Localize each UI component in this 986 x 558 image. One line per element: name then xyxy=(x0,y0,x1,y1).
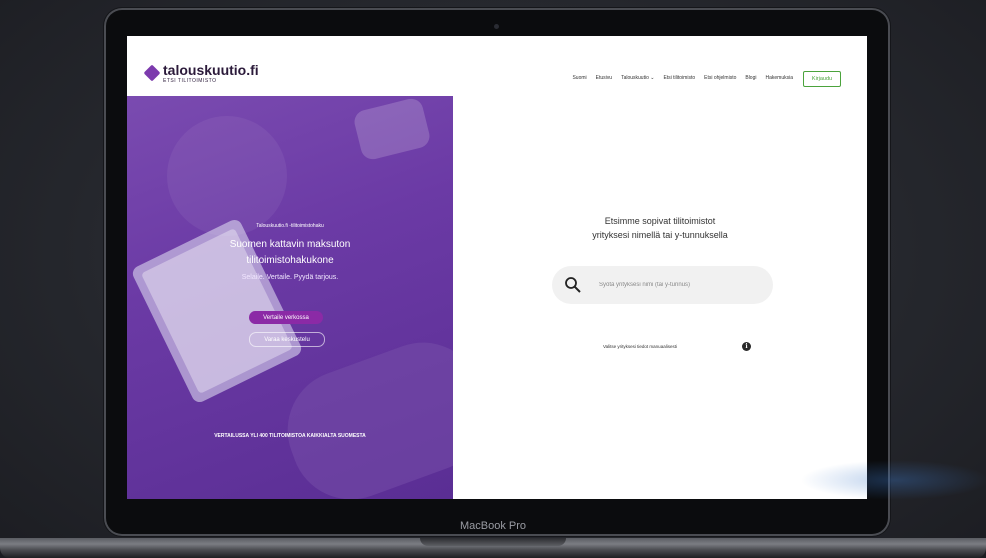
nav-item-language[interactable]: Suomi xyxy=(572,75,586,81)
company-search-box[interactable] xyxy=(552,266,773,304)
hero-footer-text: VERTAILUSSA YLI 400 TILITOIMISTOA KAIKKI… xyxy=(214,433,366,439)
info-icon[interactable]: i xyxy=(742,342,751,351)
hero-title-line1: Suomen kattavin maksuton xyxy=(229,239,351,250)
cube-logo-icon xyxy=(143,64,161,82)
book-meeting-button[interactable]: Varaa keskustelu xyxy=(249,332,325,347)
browser-screen: talouskuutio.fi ETSI TILITOIMISTO Suomi … xyxy=(127,36,867,499)
hero-section: Talouskuutio.fi -tilitoimistohaku Suomen… xyxy=(127,96,453,499)
nav-item-talouskuutio[interactable]: Talouskuutio ⌄ xyxy=(621,75,654,81)
search-icon[interactable] xyxy=(564,276,582,294)
search-heading-line1: Etsimme sopivat tilitoimistot xyxy=(604,216,716,226)
nav-item-find-software[interactable]: Etsi ohjelmisto xyxy=(704,75,736,81)
background-glow xyxy=(800,460,986,500)
site-header: talouskuutio.fi ETSI TILITOIMISTO Suomi … xyxy=(127,36,867,96)
hero-title-line2: tilitoimistohakukone xyxy=(246,255,334,266)
search-heading-line2: yrityksesi nimellä tai y-tunnuksella xyxy=(592,230,728,240)
search-heading: Etsimme sopivat tilitoimistot yrityksesi… xyxy=(453,214,867,242)
nav-item-applications[interactable]: Hakemuksia xyxy=(765,75,793,81)
logo-text: talouskuutio.fi xyxy=(163,62,259,78)
nav-item-blog[interactable]: Blogi xyxy=(745,75,756,81)
hero-eyebrow: Talouskuutio.fi -tilitoimistohaku xyxy=(256,223,324,229)
login-button[interactable]: Kirjaudu xyxy=(803,71,841,87)
compare-online-button[interactable]: Vertaile verkossa xyxy=(249,311,323,324)
logo-subtitle: ETSI TILITOIMISTO xyxy=(163,78,217,84)
hero-title: Suomen kattavin maksuton tilitoimistohak… xyxy=(127,237,453,269)
laptop-base xyxy=(0,538,986,558)
company-search-input[interactable] xyxy=(599,277,759,293)
device-label: MacBook Pro xyxy=(459,520,527,532)
nav-item-find-accountant[interactable]: Etsi tilitoimisto xyxy=(663,75,695,81)
hero-background-decor xyxy=(167,116,287,236)
nav-item-home[interactable]: Etusivu xyxy=(596,75,612,81)
hero-tagline: Selaile. Vertaile. Pyydä tarjous. xyxy=(241,274,339,281)
manual-entry-link[interactable]: Valitse yrityksesi tiedot manuaalisesti xyxy=(603,344,677,349)
main-nav: Suomi Etusivu Talouskuutio ⌄ Etsi tilito… xyxy=(572,75,793,81)
laptop-base-notch xyxy=(420,538,566,546)
camera-dot xyxy=(494,24,499,29)
hero-background-cup xyxy=(351,96,433,162)
